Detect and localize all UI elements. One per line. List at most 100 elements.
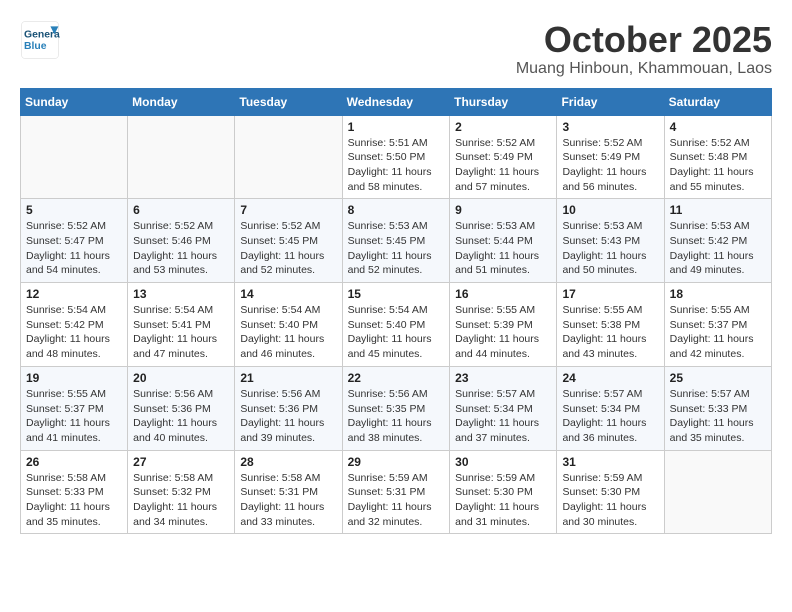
calendar-cell: 27Sunrise: 5:58 AM Sunset: 5:32 PM Dayli…: [128, 450, 235, 534]
day-info: Sunrise: 5:58 AM Sunset: 5:31 PM Dayligh…: [240, 471, 336, 530]
calendar-header-row: SundayMondayTuesdayWednesdayThursdayFrid…: [21, 88, 772, 115]
day-number: 18: [670, 287, 766, 301]
day-info: Sunrise: 5:53 AM Sunset: 5:45 PM Dayligh…: [348, 219, 445, 278]
day-number: 9: [455, 203, 551, 217]
weekday-header: Friday: [557, 88, 664, 115]
calendar-cell: [21, 115, 128, 199]
day-number: 27: [133, 455, 229, 469]
day-info: Sunrise: 5:51 AM Sunset: 5:50 PM Dayligh…: [348, 136, 445, 195]
day-info: Sunrise: 5:59 AM Sunset: 5:30 PM Dayligh…: [562, 471, 658, 530]
calendar-cell: 13 Sunrise: 5:54 AM Sunset: 5:41 PM Dayli…: [128, 283, 235, 367]
calendar-cell: 7 Sunrise: 5:52 AM Sunset: 5:45 PM Daylig…: [235, 199, 342, 283]
weekday-header: Wednesday: [342, 88, 450, 115]
calendar-week-row: 1 Sunrise: 5:51 AM Sunset: 5:50 PM Daylig…: [21, 115, 772, 199]
calendar-week-row: 19 Sunrise: 5:55 AM Sunset: 5:37 PM Dayli…: [21, 366, 772, 450]
calendar-cell: 1 Sunrise: 5:51 AM Sunset: 5:50 PM Daylig…: [342, 115, 450, 199]
calendar-cell: 26 Sunrise: 5:58 AM Sunset: 5:33 PM Dayli…: [21, 450, 128, 534]
calendar-cell: 29Sunrise: 5:59 AM Sunset: 5:31 PM Dayli…: [342, 450, 450, 534]
day-info: Sunrise: 5:54 AM Sunset: 5:40 PM Dayligh…: [348, 303, 445, 362]
day-number: 4: [670, 120, 766, 134]
calendar-cell: 30 Sunrise: 5:59 AM Sunset: 5:30 PM Dayli…: [450, 450, 557, 534]
calendar-cell: 31 Sunrise: 5:59 AM Sunset: 5:30 PM Dayli…: [557, 450, 664, 534]
day-number: 16: [455, 287, 551, 301]
logo: General Blue: [20, 20, 60, 60]
day-info: Sunrise: 5:52 AM Sunset: 5:49 PM Dayligh…: [562, 136, 658, 195]
day-info: Sunrise: 5:52 AM Sunset: 5:45 PM Dayligh…: [240, 219, 336, 278]
calendar-cell: [235, 115, 342, 199]
calendar-cell: 28Sunrise: 5:58 AM Sunset: 5:31 PM Dayli…: [235, 450, 342, 534]
day-number: 13: [133, 287, 229, 301]
day-number: 8: [348, 203, 445, 217]
calendar-cell: 11 Sunrise: 5:53 AM Sunset: 5:42 PM Dayli…: [664, 199, 771, 283]
calendar-cell: 22 Sunrise: 5:56 AM Sunset: 5:35 PM Dayli…: [342, 366, 450, 450]
calendar-cell: 19 Sunrise: 5:55 AM Sunset: 5:37 PM Dayli…: [21, 366, 128, 450]
day-info: Sunrise: 5:52 AM Sunset: 5:47 PM Dayligh…: [26, 219, 122, 278]
month-title: October 2025: [516, 20, 772, 60]
weekday-header: Tuesday: [235, 88, 342, 115]
day-number: 17: [562, 287, 658, 301]
day-info: Sunrise: 5:53 AM Sunset: 5:43 PM Dayligh…: [562, 219, 658, 278]
day-info: Sunrise: 5:56 AM Sunset: 5:36 PM Dayligh…: [240, 387, 336, 446]
day-info: Sunrise: 5:54 AM Sunset: 5:42 PM Dayligh…: [26, 303, 122, 362]
day-number: 24: [562, 371, 658, 385]
calendar-cell: [128, 115, 235, 199]
calendar-cell: 24Sunrise: 5:57 AM Sunset: 5:34 PM Dayli…: [557, 366, 664, 450]
day-number: 31: [562, 455, 658, 469]
day-info: Sunrise: 5:53 AM Sunset: 5:42 PM Dayligh…: [670, 219, 766, 278]
day-info: Sunrise: 5:56 AM Sunset: 5:35 PM Dayligh…: [348, 387, 445, 446]
day-number: 26: [26, 455, 122, 469]
day-info: Sunrise: 5:59 AM Sunset: 5:31 PM Dayligh…: [348, 471, 445, 530]
day-number: 3: [562, 120, 658, 134]
day-number: 10: [562, 203, 658, 217]
calendar-cell: [664, 450, 771, 534]
page-header: General Blue October 2025 Muang Hinboun,…: [20, 20, 772, 78]
day-number: 11: [670, 203, 766, 217]
day-info: Sunrise: 5:58 AM Sunset: 5:33 PM Dayligh…: [26, 471, 122, 530]
day-number: 2: [455, 120, 551, 134]
day-info: Sunrise: 5:54 AM Sunset: 5:40 PM Dayligh…: [240, 303, 336, 362]
day-number: 12: [26, 287, 122, 301]
calendar-cell: 21 Sunrise: 5:56 AM Sunset: 5:36 PM Dayli…: [235, 366, 342, 450]
weekday-header: Saturday: [664, 88, 771, 115]
day-info: Sunrise: 5:59 AM Sunset: 5:30 PM Dayligh…: [455, 471, 551, 530]
location-title: Muang Hinboun, Khammouan, Laos: [516, 60, 772, 78]
day-info: Sunrise: 5:52 AM Sunset: 5:48 PM Dayligh…: [670, 136, 766, 195]
calendar-table: SundayMondayTuesdayWednesdayThursdayFrid…: [20, 88, 772, 535]
day-number: 19: [26, 371, 122, 385]
calendar-cell: 15 Sunrise: 5:54 AM Sunset: 5:40 PM Dayli…: [342, 283, 450, 367]
calendar-cell: 25 Sunrise: 5:57 AM Sunset: 5:33 PM Dayli…: [664, 366, 771, 450]
day-info: Sunrise: 5:56 AM Sunset: 5:36 PM Dayligh…: [133, 387, 229, 446]
weekday-header: Thursday: [450, 88, 557, 115]
calendar-week-row: 5 Sunrise: 5:52 AM Sunset: 5:47 PM Daylig…: [21, 199, 772, 283]
day-info: Sunrise: 5:57 AM Sunset: 5:33 PM Dayligh…: [670, 387, 766, 446]
calendar-cell: 10 Sunrise: 5:53 AM Sunset: 5:43 PM Dayli…: [557, 199, 664, 283]
day-number: 25: [670, 371, 766, 385]
weekday-header: Sunday: [21, 88, 128, 115]
day-info: Sunrise: 5:54 AM Sunset: 5:41 PM Dayligh…: [133, 303, 229, 362]
calendar-cell: 23Sunrise: 5:57 AM Sunset: 5:34 PM Dayli…: [450, 366, 557, 450]
day-number: 15: [348, 287, 445, 301]
day-info: Sunrise: 5:52 AM Sunset: 5:49 PM Dayligh…: [455, 136, 551, 195]
calendar-cell: 8 Sunrise: 5:53 AM Sunset: 5:45 PM Daylig…: [342, 199, 450, 283]
calendar-cell: 14Sunrise: 5:54 AM Sunset: 5:40 PM Dayli…: [235, 283, 342, 367]
day-number: 7: [240, 203, 336, 217]
day-info: Sunrise: 5:52 AM Sunset: 5:46 PM Dayligh…: [133, 219, 229, 278]
day-number: 1: [348, 120, 445, 134]
day-info: Sunrise: 5:55 AM Sunset: 5:37 PM Dayligh…: [670, 303, 766, 362]
logo-icon: General Blue: [20, 20, 60, 60]
calendar-cell: 12 Sunrise: 5:54 AM Sunset: 5:42 PM Dayli…: [21, 283, 128, 367]
calendar-cell: 3 Sunrise: 5:52 AM Sunset: 5:49 PM Daylig…: [557, 115, 664, 199]
day-info: Sunrise: 5:57 AM Sunset: 5:34 PM Dayligh…: [455, 387, 551, 446]
weekday-header: Monday: [128, 88, 235, 115]
day-number: 21: [240, 371, 336, 385]
day-info: Sunrise: 5:53 AM Sunset: 5:44 PM Dayligh…: [455, 219, 551, 278]
calendar-cell: 5 Sunrise: 5:52 AM Sunset: 5:47 PM Daylig…: [21, 199, 128, 283]
day-number: 30: [455, 455, 551, 469]
day-info: Sunrise: 5:55 AM Sunset: 5:39 PM Dayligh…: [455, 303, 551, 362]
calendar-cell: 2 Sunrise: 5:52 AM Sunset: 5:49 PM Daylig…: [450, 115, 557, 199]
day-info: Sunrise: 5:55 AM Sunset: 5:37 PM Dayligh…: [26, 387, 122, 446]
day-number: 22: [348, 371, 445, 385]
day-number: 5: [26, 203, 122, 217]
calendar-cell: 18 Sunrise: 5:55 AM Sunset: 5:37 PM Dayli…: [664, 283, 771, 367]
calendar-cell: 9 Sunrise: 5:53 AM Sunset: 5:44 PM Daylig…: [450, 199, 557, 283]
